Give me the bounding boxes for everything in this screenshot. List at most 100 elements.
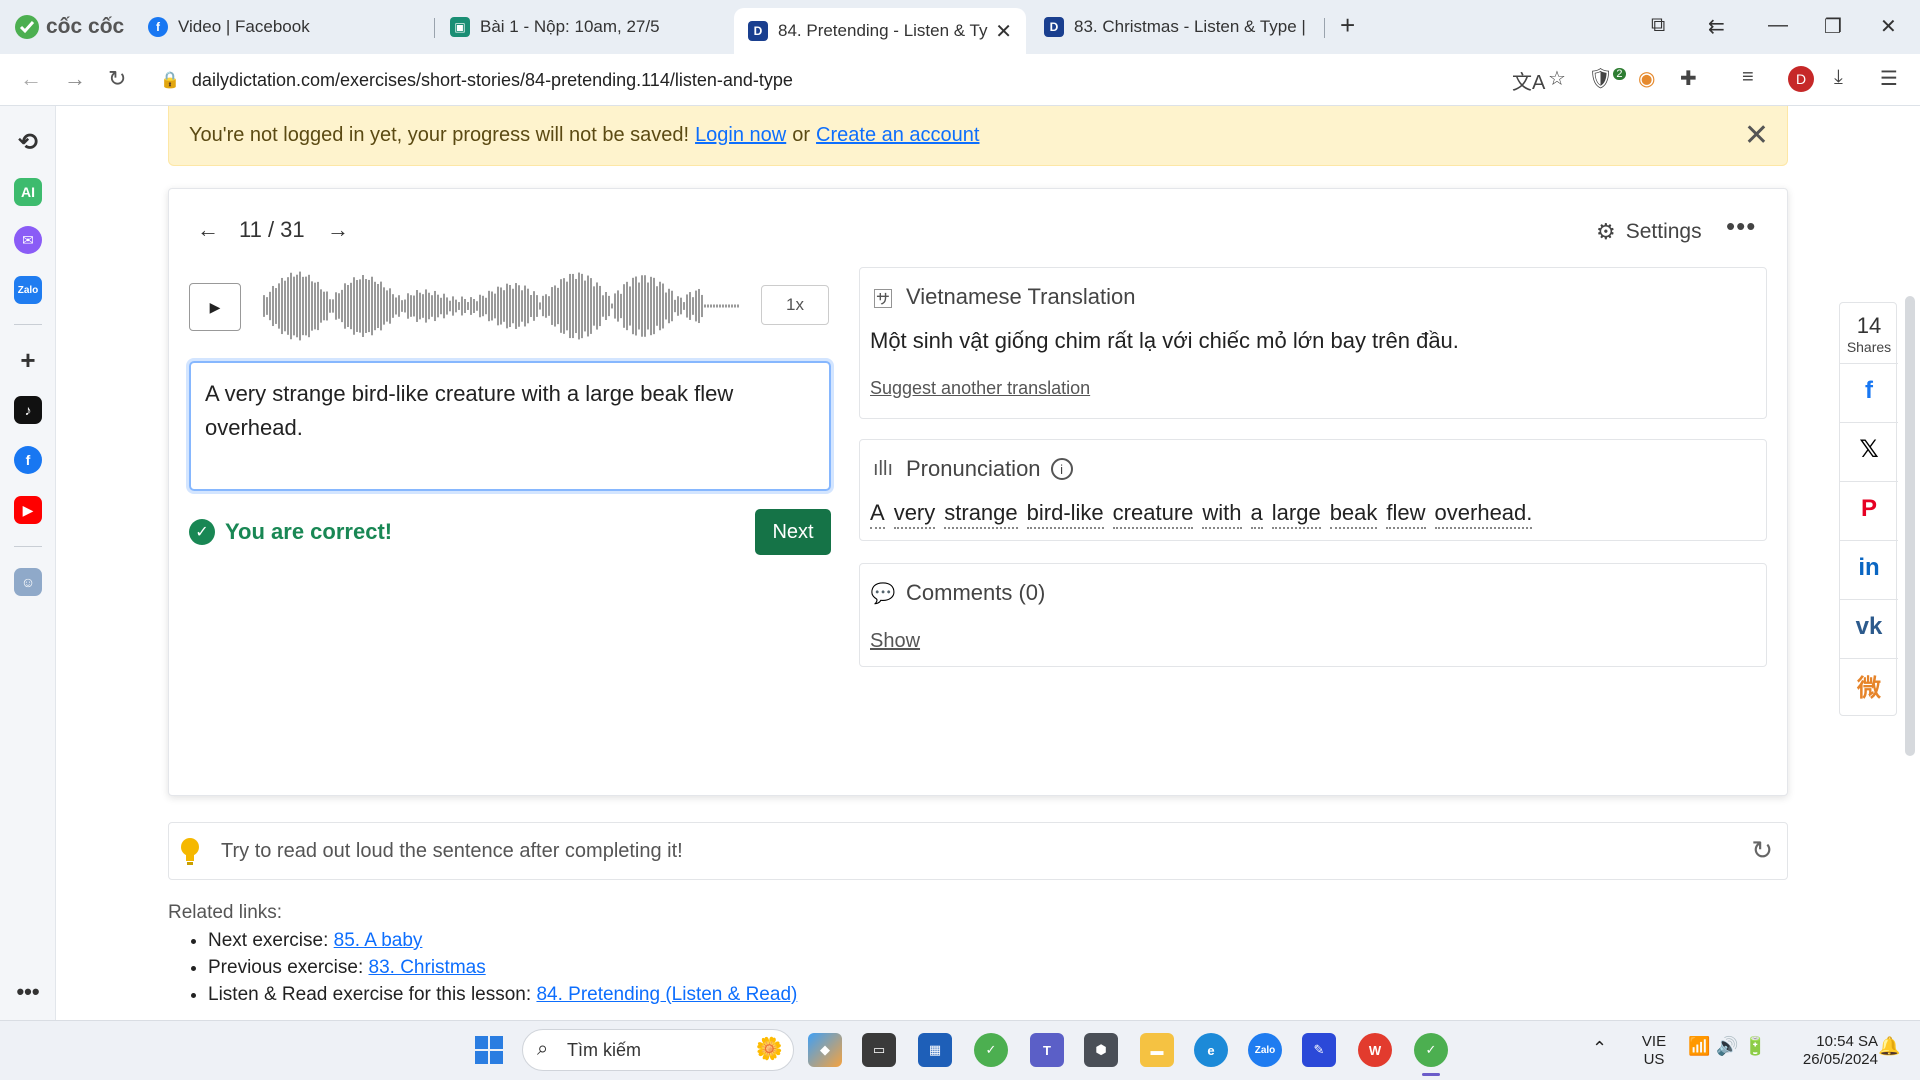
previous-exercise-link[interactable]: 83. Christmas [369, 957, 486, 978]
share-facebook-button[interactable]: f [1840, 363, 1898, 417]
pronunciation-word[interactable]: large [1271, 500, 1321, 529]
page-content: You're not logged in yet, your progress … [56, 106, 1920, 1020]
listen-read-link[interactable]: 84. Pretending (Listen & Read) [536, 984, 797, 1005]
suggest-translation-link[interactable]: Suggest another translation [870, 378, 1090, 399]
reload-icon[interactable]: ↻ [108, 66, 126, 92]
waveform-bar [560, 279, 562, 333]
zalo-taskbar-icon[interactable]: Zalo [1248, 1033, 1282, 1067]
pen-app-icon[interactable]: ✎ [1302, 1033, 1336, 1067]
shield-extension-icon[interactable]: 🛡 2 [1588, 66, 1626, 91]
waveform-bar [335, 292, 337, 320]
task-view-icon[interactable]: ▭ [862, 1033, 896, 1067]
bookmark-star-icon[interactable]: ☆ [1548, 66, 1566, 91]
refresh-tip-icon[interactable]: ↻ [1751, 835, 1773, 866]
app-cube-icon[interactable]: ⬢ [1084, 1033, 1118, 1067]
pronunciation-word[interactable]: very [893, 500, 936, 529]
translate-icon[interactable]: 文A [1512, 66, 1545, 95]
windows-start-icon[interactable] [472, 1033, 506, 1067]
facebook-icon[interactable]: f [14, 446, 42, 474]
menu-icon[interactable]: ☰ [1880, 66, 1898, 91]
tiktok-icon[interactable]: ♪ [14, 396, 42, 424]
waveform-bar [332, 299, 334, 313]
download-icon[interactable]: ⤓ [1834, 66, 1843, 89]
share-vk-button[interactable]: vk [1840, 599, 1898, 653]
add-app-icon[interactable]: + [14, 345, 42, 375]
url-field[interactable]: 🔒 dailydictation.com/exercises/short-sto… [150, 62, 1510, 98]
language-indicator[interactable]: VIE US [1634, 1033, 1674, 1069]
audio-waveform[interactable] [261, 271, 741, 341]
list-item: Listen & Read exercise for this lesson: … [208, 984, 797, 1006]
notification-bell-icon[interactable]: 🔔 [1878, 1037, 1900, 1055]
tray-chevron-icon[interactable]: ⌃ [1592, 1039, 1607, 1057]
battery-icon[interactable]: 🔋 [1744, 1037, 1766, 1055]
pronunciation-word[interactable]: strange [944, 500, 1018, 529]
new-tab-button[interactable]: + [1340, 10, 1355, 41]
share-pinterest-button[interactable]: P [1840, 481, 1898, 535]
login-link[interactable]: Login now [695, 124, 786, 147]
more-options-icon[interactable]: ••• [1726, 211, 1756, 242]
tab-search-icon[interactable]: ⧉ [1651, 14, 1665, 37]
file-explorer-icon[interactable]: ▬ [1140, 1033, 1174, 1067]
close-window-icon[interactable]: ✕ [1880, 14, 1897, 39]
tab-christmas[interactable]: D 83. Christmas - Listen & Type | Sh [1030, 8, 1320, 46]
share-x-button[interactable]: 𝕏 [1840, 422, 1898, 476]
tab-pretending-active[interactable]: D 84. Pretending - Listen & Typ ✕ [734, 8, 1026, 54]
show-comments-link[interactable]: Show [870, 630, 920, 653]
page-scrollbar[interactable] [1905, 296, 1915, 756]
ai-assistant-icon[interactable]: AI [14, 178, 42, 206]
prev-sentence-button[interactable]: ← [197, 217, 219, 243]
playback-speed-button[interactable]: 1x [761, 285, 829, 325]
next-exercise-link[interactable]: 85. A baby [334, 930, 423, 951]
youtube-icon[interactable]: ▶ [14, 496, 42, 524]
info-icon[interactable]: i [1050, 458, 1073, 480]
minimize-icon[interactable]: — [1768, 14, 1788, 37]
close-tab-icon[interactable]: ✕ [995, 19, 1012, 44]
extensions-puzzle-icon[interactable]: ✚ [1680, 66, 1697, 91]
pronunciation-word[interactable]: overhead. [1434, 500, 1533, 529]
close-banner-icon[interactable]: ✕ [1744, 118, 1769, 153]
taskbar-search[interactable]: ⌕ Tìm kiếm 🌼 [522, 1029, 794, 1071]
pronunciation-word[interactable]: creature [1112, 500, 1194, 529]
play-audio-button[interactable]: ▶ [189, 283, 241, 331]
pronunciation-word[interactable]: bird-like [1026, 500, 1104, 529]
forward-arrow-icon[interactable]: → [64, 66, 86, 92]
coccoc-taskbar-icon[interactable]: ✓ [974, 1033, 1008, 1067]
pronunciation-word[interactable]: beak [1329, 500, 1378, 529]
messenger-icon[interactable]: ✉ [14, 226, 42, 254]
settings-button[interactable]: ⚙ Settings [1596, 219, 1702, 245]
next-button[interactable]: Next [755, 509, 831, 555]
history-icon[interactable]: ⟲ [14, 128, 42, 156]
next-sentence-button[interactable]: → [327, 217, 349, 243]
zalo-icon[interactable]: Zalo [14, 276, 42, 304]
teams-icon[interactable]: T [1030, 1033, 1064, 1067]
answer-textarea[interactable]: A very strange bird-like creature with a… [189, 361, 831, 491]
copilot-icon[interactable]: ◆ [808, 1033, 842, 1067]
wps-office-icon[interactable]: W [1358, 1033, 1392, 1067]
coccoc-active-icon[interactable]: ✓ [1414, 1033, 1448, 1067]
app-avatar-icon[interactable]: ☺ [14, 568, 42, 596]
coccoc-extension-icon[interactable]: ◉ [1638, 66, 1655, 91]
tab-classroom[interactable]: ▣ Bài 1 - Nộp: 10am, 27/5 [436, 8, 726, 46]
back-arrow-icon[interactable]: ← [20, 66, 42, 92]
pronunciation-word[interactable]: a [1250, 500, 1263, 529]
wifi-icon[interactable]: 📶 [1688, 1037, 1710, 1055]
dailydictation-icon: D [1044, 17, 1064, 37]
share-linkedin-button[interactable]: in [1840, 540, 1898, 594]
more-apps-icon[interactable]: ••• [14, 978, 42, 1006]
volume-icon[interactable]: 🔊 [1716, 1037, 1738, 1055]
edge-icon[interactable]: e [1194, 1033, 1228, 1067]
back-history-icon[interactable]: ⇇ [1708, 14, 1725, 39]
store-icon[interactable]: ▦ [918, 1033, 952, 1067]
pronunciation-word[interactable]: flew [1386, 500, 1426, 529]
clock[interactable]: 10:54 SA 26/05/2024 [1778, 1033, 1878, 1069]
media-queue-icon[interactable]: ≡ [1742, 66, 1754, 89]
share-weibo-button[interactable]: 微 [1840, 658, 1898, 712]
waveform-bar [521, 290, 523, 322]
restore-icon[interactable]: ❐ [1824, 14, 1842, 39]
pronunciation-word[interactable]: A [870, 500, 885, 529]
tab-facebook[interactable]: f Video | Facebook [134, 8, 434, 46]
create-account-link[interactable]: Create an account [816, 124, 979, 147]
pronunciation-word[interactable]: with [1202, 500, 1242, 529]
profile-avatar[interactable]: D [1788, 66, 1814, 92]
waveform-bar [473, 299, 475, 313]
